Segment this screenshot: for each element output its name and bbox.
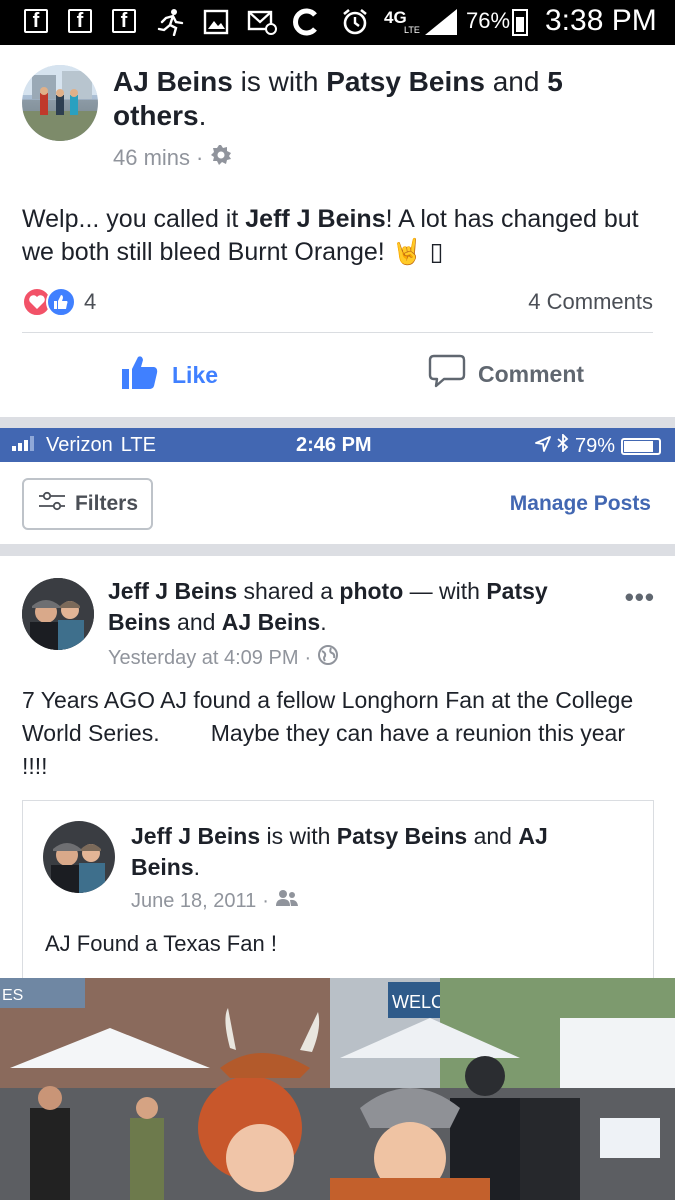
feed-post: AJ Beins is with Patsy Beins and 5 other… — [0, 45, 675, 417]
unsupported-glyph: ▯ — [429, 238, 444, 266]
friends-icon — [275, 888, 299, 914]
and-text: and — [492, 66, 540, 97]
author-name[interactable]: AJ Beins — [113, 66, 233, 97]
ios-battery-icon — [621, 437, 661, 455]
signal-icon — [422, 9, 460, 35]
filter-sliders-icon — [37, 491, 67, 517]
facebook-notification-icon: f — [112, 9, 136, 33]
post-header: Jeff J Beins shared a photo — with Patsy… — [108, 576, 598, 638]
post-body: Welp... you called it Jeff J Beins! A lo… — [22, 203, 652, 269]
comments-count-link[interactable]: 4 Comments — [528, 289, 653, 315]
ios-status-bar: Verizon LTE 2:46 PM 79% — [0, 428, 675, 462]
gear-icon[interactable] — [209, 143, 233, 173]
period: . — [193, 854, 201, 880]
status-time: 3:38 PM — [545, 4, 657, 37]
banner-text: ES — [2, 987, 23, 1004]
filters-button[interactable]: Filters — [22, 478, 153, 530]
reaction-count: 4 — [84, 289, 97, 314]
comment-button[interactable]: Comment — [428, 353, 584, 395]
post-timestamp[interactable]: 46 mins — [113, 145, 190, 171]
like-button[interactable]: Like — [120, 353, 218, 397]
c-app-icon — [292, 8, 320, 36]
shared-post-meta: June 18, 2011 · — [131, 888, 299, 914]
post-text: 7 Years AGO AJ found a fellow Longhorn F… — [22, 687, 640, 779]
with-text: is with — [240, 66, 319, 97]
like-label: Like — [172, 361, 219, 388]
with-text: is with — [266, 823, 331, 849]
bluetooth-icon — [557, 432, 569, 458]
network-type: LTE — [120, 434, 156, 456]
tagged-person[interactable]: AJ Beins — [222, 609, 320, 635]
like-reaction-icon — [46, 287, 76, 317]
manage-posts-link[interactable]: Manage Posts — [510, 492, 651, 516]
author-name[interactable]: Jeff J Beins — [131, 823, 260, 849]
period: . — [198, 100, 207, 131]
reaction-summary[interactable]: 4 — [22, 287, 96, 317]
battery-percentage: 76% — [466, 8, 511, 33]
meta-separator: · — [262, 889, 269, 912]
shared-post-text: AJ Found a Texas Fan ! — [45, 931, 277, 956]
mention-link[interactable]: Jeff J Beins — [245, 205, 385, 233]
facebook-notification-icon: f — [24, 9, 48, 33]
runner-icon — [155, 9, 185, 36]
posts-toolbar: Filters Manage Posts — [0, 462, 675, 544]
tagged-person[interactable]: Patsy Beins — [337, 823, 467, 849]
shared-text: shared a — [243, 578, 334, 604]
feed-separator — [0, 544, 675, 556]
ios-time: 2:46 PM — [296, 434, 372, 456]
alarm-icon — [340, 8, 370, 35]
lte-label: LTE — [404, 25, 420, 35]
facebook-notification-icon: f — [68, 9, 92, 33]
network-type-label: 4G — [384, 8, 407, 27]
shared-post-header: Jeff J Beins is with Patsy Beins and AJ … — [131, 821, 611, 883]
more-options-button[interactable]: ••• — [625, 582, 655, 613]
meta-separator: · — [304, 646, 312, 669]
post-header: AJ Beins is with Patsy Beins and 5 other… — [113, 65, 653, 133]
meta-separator: · — [196, 145, 204, 170]
post-meta: Yesterday at 4:09 PM · — [108, 644, 339, 672]
tagged-person[interactable]: Patsy Beins — [326, 66, 485, 97]
shared-post-card[interactable]: Jeff J Beins is with Patsy Beins and AJ … — [22, 800, 654, 980]
android-status-bar: f f f 4G LTE 76% 3:38 PM — [0, 0, 675, 45]
ios-status-right: 79% — [535, 432, 661, 458]
author-avatar[interactable] — [22, 65, 98, 141]
and-text: and — [473, 823, 512, 849]
comment-label: Comment — [478, 360, 585, 387]
author-avatar[interactable] — [43, 821, 115, 893]
with-text: — with — [409, 578, 480, 604]
feed-separator — [0, 417, 675, 428]
author-avatar[interactable] — [22, 578, 94, 650]
post-meta: 46 mins · — [113, 143, 233, 173]
photo-link[interactable]: photo — [339, 578, 403, 604]
location-arrow-icon — [535, 435, 551, 458]
carrier-name: Verizon — [46, 434, 113, 456]
and-text: and — [177, 609, 216, 635]
battery-icon — [512, 9, 528, 36]
email-icon — [247, 9, 277, 35]
period: . — [320, 609, 327, 635]
post-date[interactable]: June 18, 2011 — [131, 890, 256, 913]
divider — [22, 332, 653, 333]
globe-icon — [317, 644, 339, 672]
gallery-icon — [202, 9, 230, 35]
thumbs-up-icon — [120, 353, 160, 397]
signal-bars-icon — [12, 434, 38, 457]
ios-battery-percentage: 79% — [574, 434, 615, 457]
carrier-info: Verizon LTE — [12, 434, 156, 457]
author-name[interactable]: Jeff J Beins — [108, 578, 237, 604]
post-timestamp[interactable]: Yesterday at 4:09 PM — [108, 647, 299, 670]
network-indicator: 4G LTE — [384, 9, 420, 35]
comment-bubble-icon — [428, 353, 466, 395]
filters-label: Filters — [74, 492, 139, 515]
post-photo[interactable]: ES WELCO — [0, 978, 675, 1200]
post-text: Welp... you called it — [22, 205, 246, 233]
